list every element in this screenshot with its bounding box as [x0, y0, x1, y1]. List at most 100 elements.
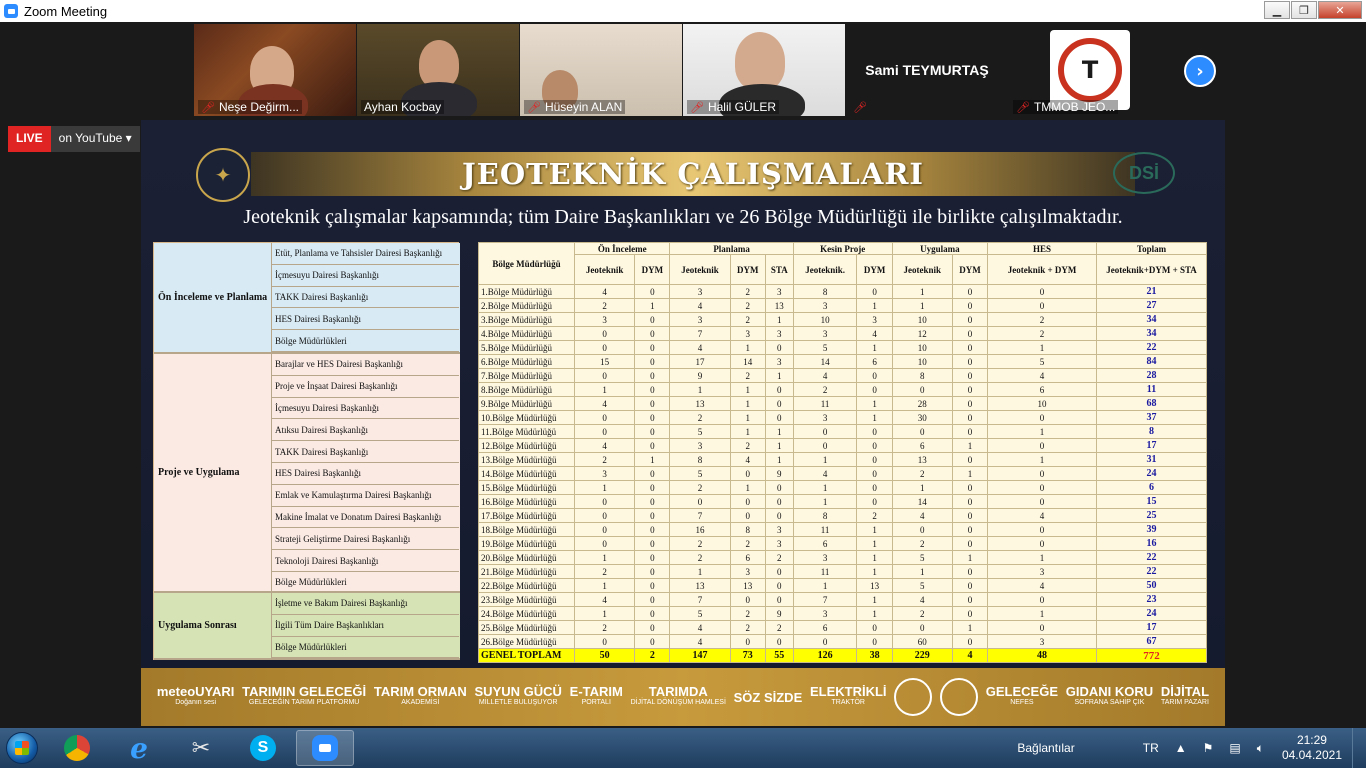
value-cell: 14: [792, 354, 858, 369]
group-header: HES: [987, 242, 1097, 255]
value-cell: 0: [764, 634, 794, 649]
department-item: İçmesuyu Dairesi Başkanlığı: [272, 398, 459, 420]
value-cell: 0: [856, 452, 893, 467]
region-cell: 14.Bölge Müdürlüğü: [478, 466, 575, 481]
value-cell: 0: [764, 396, 794, 411]
value-cell: 0: [634, 340, 671, 355]
value-cell: 0: [634, 396, 671, 411]
action-center-flag-icon[interactable]: ⚑: [1203, 741, 1214, 755]
network-icon[interactable]: ▤: [1229, 741, 1240, 755]
table-body: 1.Bölge Müdürlüğü 4 0 3 2 3 8 0 1 0 0 21 2.Bölge Müd…: [478, 284, 1207, 663]
language-indicator[interactable]: TR: [1143, 741, 1159, 755]
sub-header: Jeoteknik+DYM + STA: [1096, 254, 1207, 285]
value-cell: 2: [729, 284, 766, 299]
taskbar-chrome[interactable]: [48, 730, 106, 766]
maximize-button[interactable]: ❐: [1291, 1, 1317, 19]
value-cell: 0: [634, 410, 671, 425]
value-cell: 0: [951, 424, 989, 439]
footer-logo: [940, 678, 979, 716]
value-cell: 3: [573, 312, 636, 327]
value-cell: 0: [573, 508, 636, 523]
clock-date: 04.04.2021: [1281, 748, 1342, 762]
value-cell: 0: [987, 592, 1097, 607]
value-cell: 1: [669, 564, 731, 579]
value-cell: 2: [764, 550, 794, 565]
value-cell: 1: [764, 452, 794, 467]
taskbar-snipping-tool[interactable]: ✂: [172, 730, 230, 766]
region-cell: 26.Bölge Müdürlüğü: [478, 634, 575, 649]
value-cell: 0: [987, 284, 1097, 299]
start-button[interactable]: [0, 728, 44, 768]
value-cell: 1: [987, 550, 1097, 565]
taskbar-internet-explorer[interactable]: e: [110, 730, 168, 766]
close-button[interactable]: ✕: [1318, 1, 1362, 19]
group-header: Ön İnceleme: [573, 242, 671, 255]
value-cell: 0: [856, 620, 893, 635]
total-cell: 21: [1096, 284, 1207, 299]
value-cell: 2: [669, 480, 731, 495]
value-cell: 2: [891, 466, 953, 481]
footer-logo: TARIM ORMAN AKADEMİSİ: [374, 685, 467, 708]
value-cell: 1: [634, 452, 671, 467]
value-cell: 2: [669, 410, 731, 425]
links-toolbar[interactable]: Bağlantılar: [1017, 741, 1074, 755]
value-cell: 8: [792, 508, 858, 523]
live-stream-indicator[interactable]: LIVE on YouTube ▾: [8, 126, 140, 152]
slide-title: JEOTEKNİK ÇALIŞMALARI: [462, 157, 924, 191]
value-cell: 1: [573, 382, 636, 397]
participant-tile[interactable]: 🎤︎ Halil GÜLER: [683, 24, 845, 116]
participant-tile[interactable]: Sami TEYMURTAŞ 🎤︎: [846, 24, 1008, 116]
value-cell: 17: [669, 354, 731, 369]
department-item: Etüt, Planlama ve Tahsisler Dairesi Başk…: [272, 243, 459, 265]
value-cell: 1: [573, 606, 636, 621]
value-cell: 13: [856, 578, 893, 593]
participant-tile[interactable]: 🎤︎ Hüseyin ALAN: [520, 24, 682, 116]
value-cell: 0: [573, 522, 636, 537]
participant-tile[interactable]: T 🎤︎ TMMOB JEO...: [1009, 24, 1171, 116]
total-cell: 8: [1096, 424, 1207, 439]
volume-icon[interactable]: 🔈︎: [1257, 741, 1264, 756]
total-cell: 27: [1096, 298, 1207, 313]
department-groups-panel: Ön İnceleme ve Planlama Etüt, Planlama v…: [153, 242, 460, 660]
total-cell: 6: [1096, 480, 1207, 495]
value-cell: 4: [669, 620, 731, 635]
taskbar-skype[interactable]: S: [234, 730, 292, 766]
table-row: 11.Bölge Müdürlüğü 0 0 5 1 1 0 0 0 0 1 8: [478, 424, 1207, 439]
value-cell: 6: [729, 550, 766, 565]
value-cell: 1: [764, 312, 794, 327]
value-cell: 14: [729, 354, 766, 369]
show-desktop-button[interactable]: [1352, 728, 1366, 768]
show-hidden-icons-chevron-icon[interactable]: ▲: [1175, 741, 1187, 755]
value-cell: 1: [764, 368, 794, 383]
value-cell: 0: [951, 284, 989, 299]
value-cell: 0: [856, 424, 893, 439]
value-cell: 0: [634, 326, 671, 341]
next-page-chevron-icon[interactable]: ›: [1184, 55, 1216, 87]
grand-total-cell: 73: [729, 648, 766, 663]
value-cell: 11: [792, 396, 858, 411]
value-cell: 1: [856, 592, 893, 607]
regional-stats-table: Bölge Müdürlüğü Ön İnceleme Planlama Kes…: [478, 242, 1207, 663]
clock[interactable]: 21:29 04.04.2021: [1282, 733, 1342, 763]
table-row: 14.Bölge Müdürlüğü 3 0 5 0 9 4 0 2 1 0 24: [478, 466, 1207, 481]
participant-tile-active-speaker[interactable]: Ayhan Kocbay: [357, 24, 519, 116]
participant-tile[interactable]: 🎤︎ Neşe Değirm...: [194, 24, 356, 116]
taskbar-zoom[interactable]: [296, 730, 354, 766]
value-cell: 0: [951, 494, 989, 509]
group-label: Proje ve Uygulama: [154, 354, 272, 591]
value-cell: 13: [669, 578, 731, 593]
value-cell: 0: [634, 522, 671, 537]
window-controls: ▁ ❐ ✕: [1263, 1, 1362, 19]
table-row: 7.Bölge Müdürlüğü 0 0 9 2 1 4 0 8 0 4 28: [478, 368, 1207, 383]
minimize-button[interactable]: ▁: [1264, 1, 1290, 19]
grand-total-cell: 48: [987, 648, 1097, 663]
value-cell: 2: [891, 606, 953, 621]
value-cell: 3: [792, 298, 858, 313]
live-destination: on YouTube: [58, 131, 123, 145]
value-cell: 0: [856, 284, 893, 299]
grand-total-row: GENEL TOPLAM 50 2 147 73 55 126 38 229 4 48 772: [478, 648, 1207, 663]
value-cell: 8: [729, 522, 766, 537]
value-cell: 0: [764, 480, 794, 495]
total-cell: 34: [1096, 312, 1207, 327]
participant-name: TMMOB JEO...: [1033, 100, 1116, 114]
